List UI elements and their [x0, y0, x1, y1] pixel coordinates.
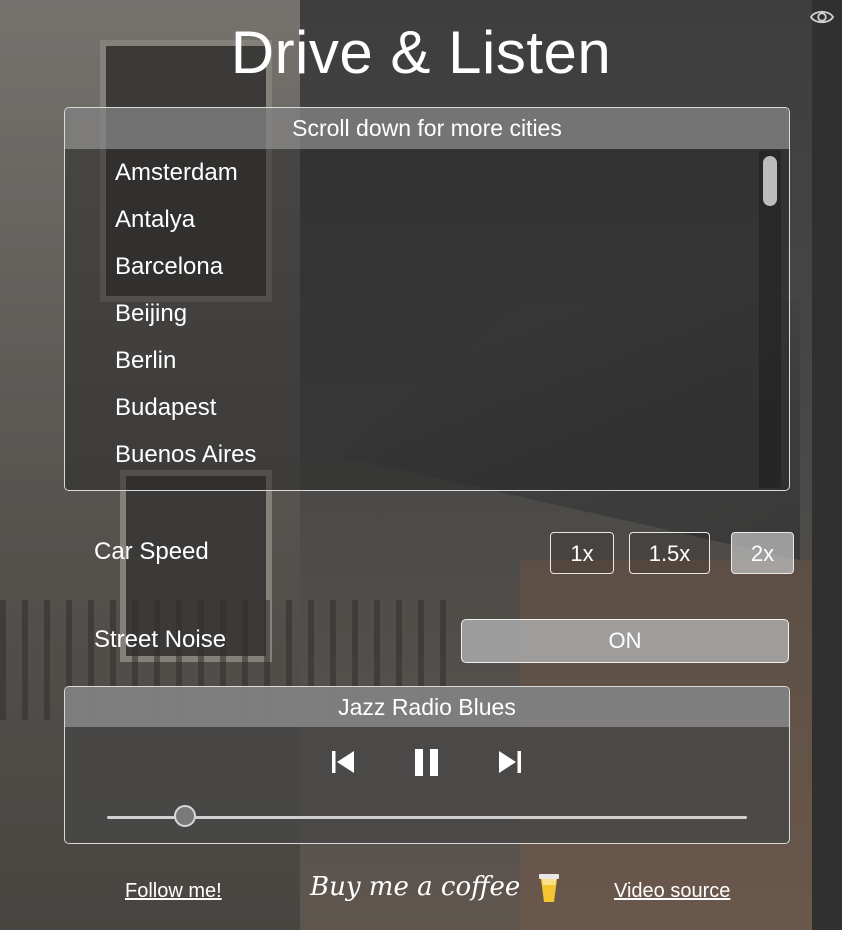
city-item[interactable]: Beijing [115, 290, 789, 337]
right-edge-strip [812, 0, 842, 930]
city-item[interactable]: Buenos Aires [115, 431, 789, 478]
coffee-cup-icon [538, 874, 559, 902]
city-item[interactable]: Barcelona [115, 243, 789, 290]
city-list-scroll-thumb[interactable] [763, 156, 777, 206]
volume-slider-knob[interactable] [174, 805, 196, 827]
skip-previous-icon[interactable] [328, 747, 358, 777]
car-speed-label: Car Speed [94, 538, 209, 565]
city-item[interactable]: Berlin [115, 337, 789, 384]
buy-me-a-coffee-text: Buy me a coffee [310, 872, 521, 902]
city-item[interactable]: Amsterdam [115, 149, 789, 196]
speed-1x-button[interactable]: 1x [550, 532, 614, 574]
pause-icon[interactable] [412, 747, 442, 777]
speed-2x-button[interactable]: 2x [731, 532, 794, 574]
radio-player: Jazz Radio Blues [64, 686, 790, 844]
video-source-link[interactable]: Video source [614, 880, 730, 903]
speed-1-5x-button[interactable]: 1.5x [629, 532, 710, 574]
skip-next-icon[interactable] [495, 747, 525, 777]
city-item[interactable]: Antalya [115, 196, 789, 243]
volume-slider-track[interactable] [107, 816, 747, 819]
radio-station-name: Jazz Radio Blues [65, 687, 789, 727]
city-list: Amsterdam Antalya Barcelona Beijing Berl… [65, 149, 789, 490]
city-list-panel: Scroll down for more cities Amsterdam An… [64, 107, 790, 491]
follow-me-link[interactable]: Follow me! [125, 880, 222, 903]
street-noise-label: Street Noise [94, 626, 227, 653]
app-title: Drive & Listen [230, 19, 612, 86]
city-list-header: Scroll down for more cities [65, 108, 789, 149]
city-item[interactable]: Budapest [115, 384, 789, 431]
buy-me-a-coffee-link[interactable]: Buy me a coffee [310, 872, 561, 904]
street-noise-toggle[interactable]: ON [461, 619, 789, 663]
